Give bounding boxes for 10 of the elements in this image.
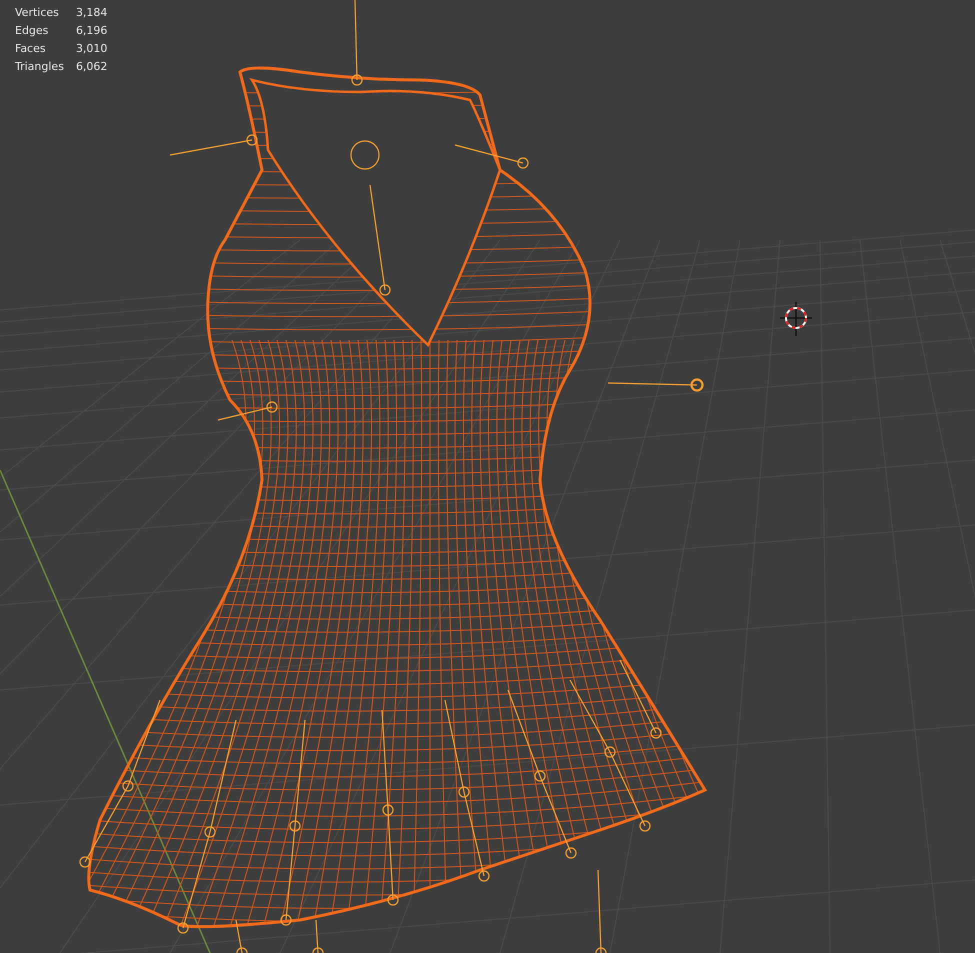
3d-cursor-icon	[780, 302, 812, 336]
stat-value: 3,184	[76, 5, 108, 21]
stat-value: 6,062	[76, 59, 108, 75]
3d-viewport[interactable]: Vertices 3,184 Edges 6,196 Faces 3,010 Triangles 6,062	[0, 0, 975, 953]
stat-value: 6,196	[76, 23, 108, 39]
stat-label: Triangles	[15, 59, 64, 75]
stat-label: Faces	[15, 41, 47, 57]
stat-value: 3,010	[76, 41, 108, 57]
stat-label: Vertices	[15, 5, 60, 21]
stat-label: Edges	[15, 23, 50, 39]
